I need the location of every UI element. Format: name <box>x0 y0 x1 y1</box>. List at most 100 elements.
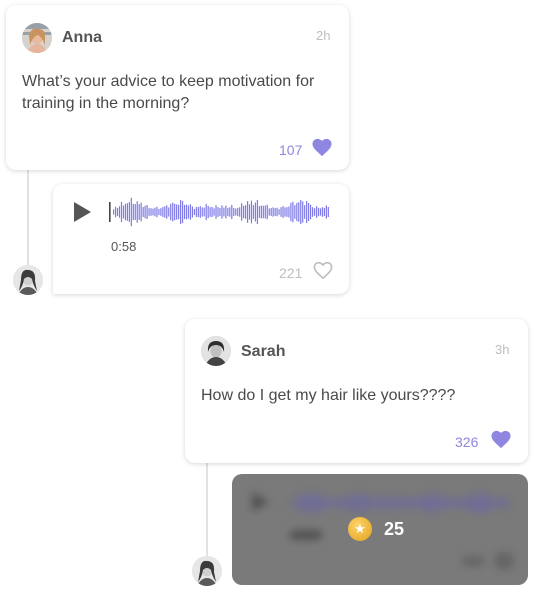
waveform-bar <box>302 201 304 223</box>
waveform-bar <box>293 497 296 509</box>
heart-outline-icon[interactable] <box>312 260 334 280</box>
waveform-bar <box>423 496 426 510</box>
post-text: What’s your advice to keep motivation fo… <box>22 73 315 112</box>
waveform-bar <box>219 208 221 216</box>
avatar[interactable] <box>192 556 222 586</box>
waveform-bar <box>260 205 262 219</box>
thread-line <box>206 463 208 558</box>
waveform-bar <box>351 493 353 513</box>
waveform-bar <box>502 498 504 508</box>
waveform-bar <box>181 200 184 224</box>
waveform-bar <box>447 499 449 507</box>
heart-filled-icon[interactable] <box>490 429 512 449</box>
waveform-bar <box>235 208 237 216</box>
waveform-bar <box>396 498 398 508</box>
waveform-bar <box>292 201 294 223</box>
waveform-bar <box>301 496 304 510</box>
waveform-bar <box>414 499 416 507</box>
waveform-bar <box>437 497 439 509</box>
waveform-bar <box>319 208 322 216</box>
waveform-bar <box>492 499 495 507</box>
author-name[interactable]: Anna <box>62 29 102 47</box>
waveform-bar <box>170 203 172 221</box>
avatar[interactable] <box>201 336 231 366</box>
waveform-bar <box>305 494 307 512</box>
waveform-bar <box>252 205 255 219</box>
avatar[interactable] <box>22 23 52 53</box>
waveform-bar <box>113 209 115 215</box>
waveform-bar <box>158 208 160 216</box>
waveform-bar <box>487 494 489 512</box>
audio-reply-card[interactable]: 0:58 221 <box>53 184 349 294</box>
waveform-bar <box>425 492 428 514</box>
waveform-bar <box>179 199 182 225</box>
waveform-bar <box>386 496 388 510</box>
waveform-bar <box>227 207 229 217</box>
post-card-sarah[interactable]: Sarah 3h How do I get my hair like yours… <box>185 319 528 463</box>
timestamp: 2h <box>316 28 331 43</box>
locked-audio-reply[interactable]: ★ 25 <box>232 474 528 585</box>
waveform-bar <box>264 205 266 219</box>
waveform-bar <box>406 498 408 508</box>
waveform-bar <box>150 208 152 216</box>
waveform-bar <box>250 200 253 224</box>
waveform-bar <box>321 498 323 508</box>
waveform-bar <box>292 500 294 506</box>
waveform-bar <box>166 205 168 219</box>
waveform-bar <box>295 499 298 507</box>
waveform-bar <box>176 204 178 220</box>
waveform-bar <box>479 491 481 515</box>
waveform-bar <box>118 206 121 218</box>
waveform-bar <box>286 207 288 217</box>
avatar[interactable] <box>13 265 43 295</box>
waveform-bar <box>362 495 365 511</box>
waveform-bar <box>349 494 351 512</box>
waveform-bar <box>489 495 491 511</box>
waveform-bar <box>398 499 400 507</box>
waveform-bar <box>376 498 378 508</box>
waveform-bar <box>138 204 140 220</box>
waveform-bar <box>459 498 461 508</box>
waveform-bar <box>311 494 313 512</box>
waveform-bar <box>453 499 455 507</box>
waveform-bar <box>229 207 231 217</box>
waveform-bar <box>211 206 213 218</box>
play-icon[interactable] <box>72 201 92 223</box>
heart-filled-icon[interactable] <box>311 137 333 157</box>
waveform-bar <box>416 498 418 508</box>
author-name[interactable]: Sarah <box>241 343 285 361</box>
waveform-bar <box>331 499 333 507</box>
waveform-bar <box>189 204 192 220</box>
waveform-bar <box>256 199 259 225</box>
waveform-bar <box>390 497 392 509</box>
waveform-bar <box>337 499 339 507</box>
waveform-bar <box>266 204 268 220</box>
waveform-bar <box>471 492 473 514</box>
audio-waveform[interactable] <box>109 195 331 229</box>
waveform-bar <box>481 492 483 514</box>
waveform-bar <box>353 494 355 512</box>
waveform-bar <box>465 498 467 508</box>
waveform-bar <box>122 205 125 219</box>
waveform-bar <box>296 202 298 222</box>
waveform-bar <box>160 208 162 216</box>
waveform-bar <box>357 495 359 511</box>
waveform-bar <box>317 495 319 511</box>
waveform-bar <box>402 498 404 508</box>
waveform-bar <box>506 497 508 509</box>
waveform-bar <box>429 491 432 515</box>
waveform-bar <box>358 490 361 516</box>
waveform-bar <box>197 207 199 217</box>
waveform-bar <box>193 208 195 216</box>
waveform-bar <box>280 207 282 217</box>
waveform-bar <box>276 207 278 217</box>
audio-duration: 0:58 <box>111 239 137 254</box>
waveform-bar <box>477 493 479 513</box>
post-card-anna[interactable]: Anna 2h What’s your advice to keep motiv… <box>6 5 349 170</box>
unlock-button[interactable]: ★ 25 <box>348 517 404 541</box>
waveform-bar <box>347 498 349 508</box>
waveform-bar <box>343 497 345 509</box>
waveform-bar <box>120 202 123 222</box>
waveform-bar <box>418 498 420 508</box>
like-count: 221 <box>279 265 303 281</box>
